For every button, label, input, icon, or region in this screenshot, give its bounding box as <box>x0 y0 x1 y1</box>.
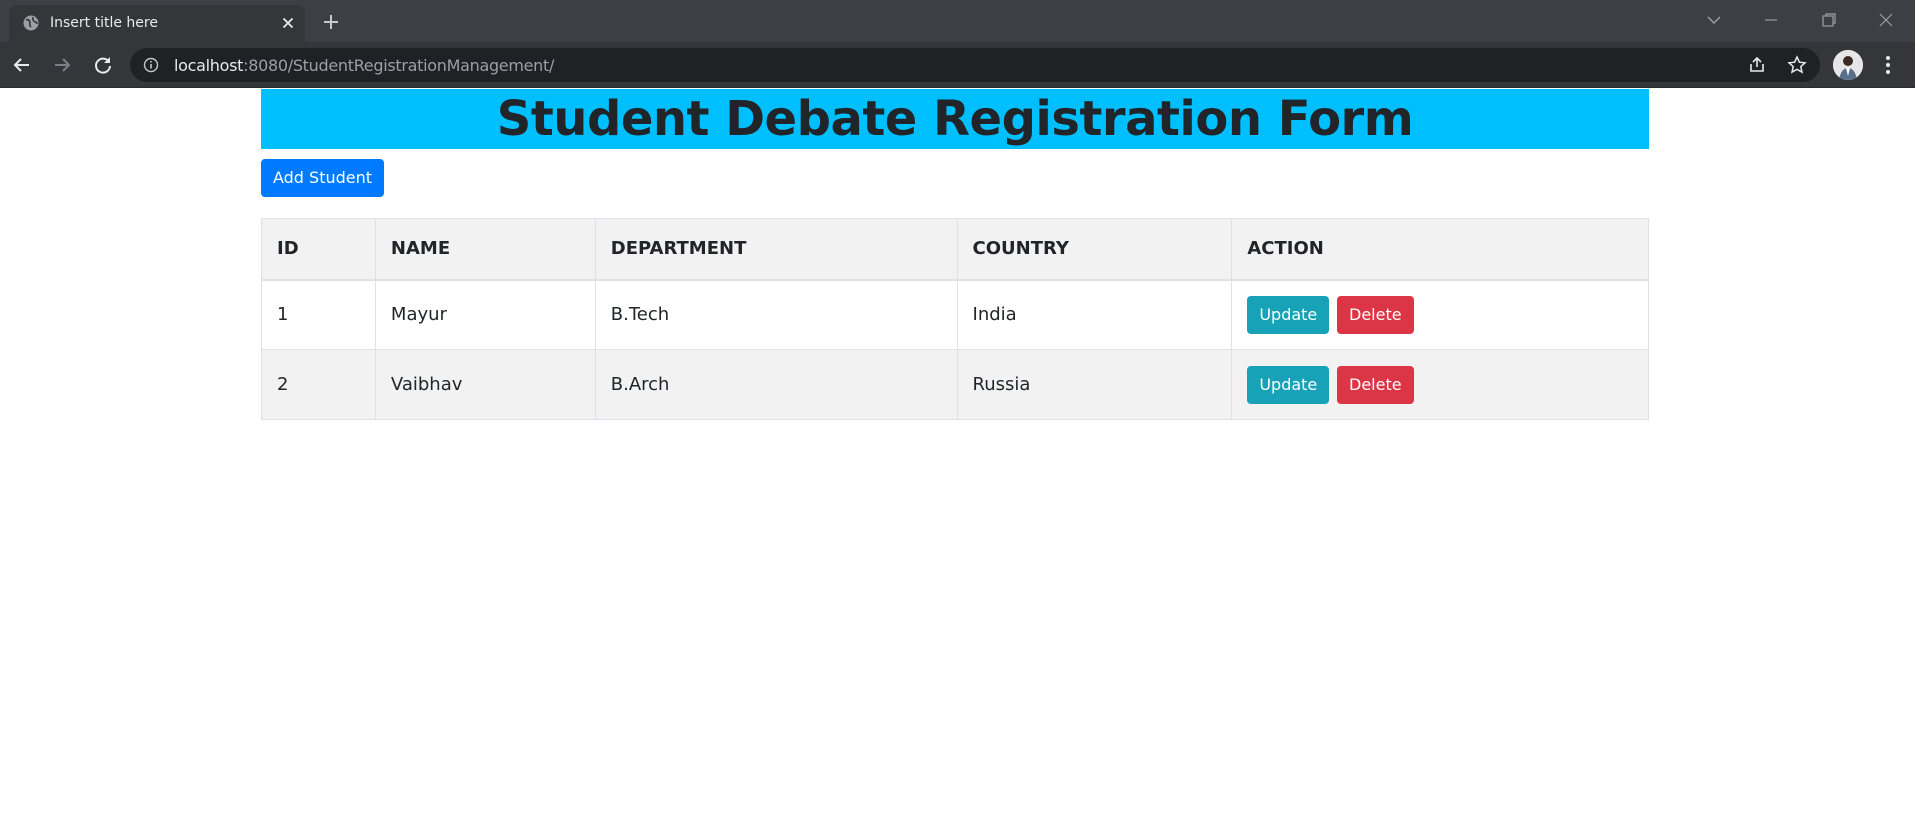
globe-icon <box>22 14 40 32</box>
cell-id: 2 <box>261 349 376 420</box>
cell-id: 1 <box>261 279 376 350</box>
table-header-row: ID NAME DEPARTMENT COUNTRY ACTION <box>261 218 1649 281</box>
table-row: 2 Vaibhav B.Arch Russia Update Delete <box>261 349 1649 420</box>
cell-name: Mayur <box>374 279 596 350</box>
window-close-icon[interactable] <box>1875 9 1897 31</box>
cell-name: Vaibhav <box>374 349 596 420</box>
cell-department: B.Tech <box>594 279 958 350</box>
url-host: localhost <box>174 56 244 75</box>
cell-department: B.Arch <box>594 349 958 420</box>
url-path: :8080/StudentRegistrationManagement/ <box>243 56 555 75</box>
close-icon[interactable] <box>279 14 297 32</box>
share-icon[interactable] <box>1747 55 1767 75</box>
chevron-down-icon[interactable] <box>1703 9 1725 31</box>
plus-icon[interactable] <box>320 11 342 33</box>
cell-action: Update Delete <box>1231 349 1649 420</box>
students-table: ID NAME DEPARTMENT COUNTRY ACTION 1 Mayu… <box>261 218 1649 420</box>
tab-strip: Insert title here <box>0 0 1915 42</box>
url-text: localhost:8080/StudentRegistrationManage… <box>174 56 554 75</box>
header-action: ACTION <box>1231 218 1649 281</box>
kebab-menu-icon[interactable] <box>1878 53 1898 77</box>
page-title: Student Debate Registration Form <box>496 91 1414 147</box>
header-id: ID <box>261 218 376 281</box>
cell-action: Update Delete <box>1231 279 1649 350</box>
add-student-button[interactable]: Add Student <box>261 159 384 197</box>
reload-icon[interactable] <box>91 53 115 77</box>
table-row: 1 Mayur B.Tech India Update Delete <box>261 279 1649 350</box>
main-container: Student Debate Registration Form Add Stu… <box>261 89 1649 420</box>
update-button[interactable]: Update <box>1247 365 1330 404</box>
cell-country: Russia <box>956 349 1233 420</box>
update-button[interactable]: Update <box>1247 295 1330 334</box>
header-department: DEPARTMENT <box>594 218 958 281</box>
star-icon[interactable] <box>1787 55 1807 75</box>
cell-country: India <box>956 279 1233 350</box>
header-name: NAME <box>374 218 596 281</box>
avatar[interactable] <box>1833 50 1863 80</box>
page-content: Student Debate Registration Form Add Stu… <box>0 89 1915 816</box>
restore-icon[interactable] <box>1818 9 1840 31</box>
delete-button[interactable]: Delete <box>1337 365 1414 404</box>
minimize-icon[interactable] <box>1760 9 1782 31</box>
address-bar[interactable]: localhost:8080/StudentRegistrationManage… <box>130 48 1820 82</box>
arrow-left-icon[interactable] <box>10 53 34 77</box>
header-banner: Student Debate Registration Form <box>261 89 1649 149</box>
header-country: COUNTRY <box>956 218 1233 281</box>
delete-button[interactable]: Delete <box>1337 295 1414 334</box>
browser-tab[interactable]: Insert title here <box>9 5 305 42</box>
info-icon[interactable] <box>143 57 159 73</box>
arrow-right-icon[interactable] <box>50 53 74 77</box>
tab-title: Insert title here <box>50 15 158 31</box>
browser-toolbar: localhost:8080/StudentRegistrationManage… <box>0 42 1915 88</box>
